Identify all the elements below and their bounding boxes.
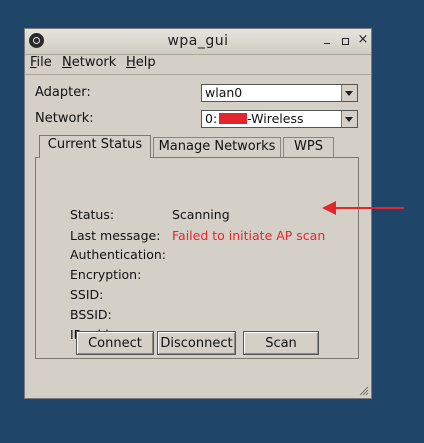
red-arrow-annotation-icon [322,201,404,215]
maximize-icon[interactable] [339,35,351,47]
window-title: wpa_gui [167,33,229,49]
chevron-down-icon[interactable] [341,111,357,127]
bssid-label: BSSID: [70,307,112,322]
adapter-select[interactable]: wlan0 [201,84,358,102]
connect-button[interactable]: Connect [76,331,154,355]
menu-network[interactable]: Network [62,55,116,70]
network-value: 0: -Wireless [205,111,303,126]
status-label: Status: [70,207,115,222]
menu-file-label: ile [36,55,52,70]
scan-button[interactable]: Scan [243,331,319,355]
tab-current-status[interactable]: Current Status [39,135,151,158]
adapter-label: Adapter: [35,85,91,100]
menu-help-mnemonic: H [126,55,136,70]
authentication-label: Authentication: [70,247,166,262]
menu-help[interactable]: Help [126,55,156,70]
close-icon[interactable] [357,34,369,47]
tab-manage-networks[interactable]: Manage Networks [153,137,281,157]
disconnect-button[interactable]: Disconnect [157,331,236,355]
minimize-icon[interactable] [321,35,333,47]
network-label: Network: [35,111,94,126]
network-value-prefix: 0: [205,111,218,126]
menu-file[interactable]: File [30,55,52,70]
network-select[interactable]: 0: -Wireless [201,110,358,128]
menu-network-label: etwork [71,55,117,70]
current-status-panel: Status: Scanning Last message: Failed to… [35,157,359,359]
last-message-label: Last message: [70,228,161,243]
ssid-label: SSID: [70,287,104,302]
last-message-value: Failed to initiate AP scan [172,228,326,243]
menu-bar: File Network Help [25,54,371,75]
resize-grip-icon[interactable] [357,384,369,396]
adapter-value: wlan0 [205,85,243,100]
title-bar[interactable]: wpa_gui [25,29,371,55]
status-value: Scanning [172,207,230,222]
encryption-label: Encryption: [70,267,142,282]
network-value-suffix: -Wireless [247,111,304,126]
menu-network-mnemonic: N [62,55,72,70]
menu-help-label: elp [135,55,156,70]
tab-wps[interactable]: WPS [283,137,334,157]
chevron-down-icon[interactable] [341,85,357,101]
redaction-block [219,113,248,124]
